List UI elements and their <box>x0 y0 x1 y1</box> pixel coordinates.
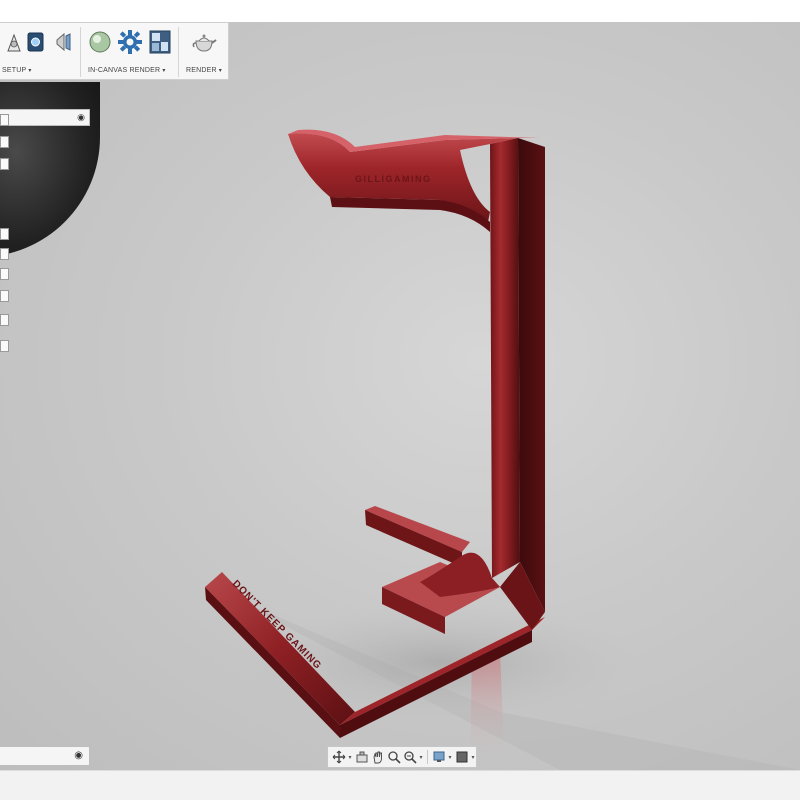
chevron-down-icon[interactable]: ▾ <box>347 754 353 761</box>
display-settings-icon[interactable] <box>431 749 446 765</box>
panel-item[interactable] <box>0 248 9 260</box>
headphone-stand-model[interactable]: DON'T KEEP GAMING GILLIGAMING <box>0 22 800 770</box>
render-toolbar: SETUP ▾ IN-CANVAS RENDER ▾ RENDER ▾ <box>0 22 229 80</box>
toolbar-separator <box>80 27 81 77</box>
navbar-separator <box>427 750 428 764</box>
pin-icon[interactable]: ◉ <box>74 750 83 761</box>
grid-icon[interactable] <box>454 749 469 765</box>
zoom-icon[interactable] <box>386 749 401 765</box>
group-label-render[interactable]: RENDER ▾ <box>186 67 222 74</box>
pan-icon[interactable] <box>370 749 385 765</box>
chevron-down-icon[interactable]: ▾ <box>418 754 424 761</box>
toolbar-separator <box>178 27 179 77</box>
panel-item[interactable] <box>0 314 9 326</box>
fit-icon[interactable] <box>402 749 417 765</box>
comments-panel-header[interactable]: ◉ <box>0 746 90 766</box>
panel-item[interactable] <box>0 158 9 170</box>
decal-icon[interactable] <box>50 27 78 57</box>
panel-item[interactable] <box>0 290 9 302</box>
render-settings-icon[interactable] <box>116 27 144 57</box>
navigation-bar: ▾ ▾ ▾ ▾ <box>327 746 477 768</box>
panel-toggle[interactable] <box>0 114 9 126</box>
in-canvas-render-icon[interactable] <box>86 27 114 57</box>
panel-item[interactable] <box>0 268 9 280</box>
look-at-icon[interactable] <box>354 749 369 765</box>
app-frame: DON'T KEEP GAMING GILLIGAMING ◉ SETUP ▾ … <box>0 0 800 800</box>
chevron-down-icon[interactable]: ▾ <box>447 754 453 761</box>
panel-item[interactable] <box>0 136 9 148</box>
chevron-down-icon[interactable]: ▾ <box>470 754 476 761</box>
pin-icon[interactable]: ◉ <box>77 112 85 123</box>
canvas-viewport[interactable]: DON'T KEEP GAMING GILLIGAMING ◉ <box>0 22 800 770</box>
group-label-setup[interactable]: SETUP ▾ <box>2 67 32 74</box>
panel-item[interactable] <box>0 340 9 352</box>
render-gallery-icon[interactable] <box>146 27 174 57</box>
scene-settings-icon[interactable] <box>22 27 50 57</box>
status-bar <box>0 770 800 800</box>
render-teapot-icon[interactable] <box>190 27 218 57</box>
top-engraving-text: GILLIGAMING <box>355 174 432 184</box>
browser-panel-header[interactable]: ◉ <box>0 109 90 126</box>
orbit-icon[interactable] <box>331 749 346 765</box>
group-label-in-canvas-render[interactable]: IN-CANVAS RENDER ▾ <box>88 67 166 74</box>
panel-item[interactable] <box>0 228 9 240</box>
